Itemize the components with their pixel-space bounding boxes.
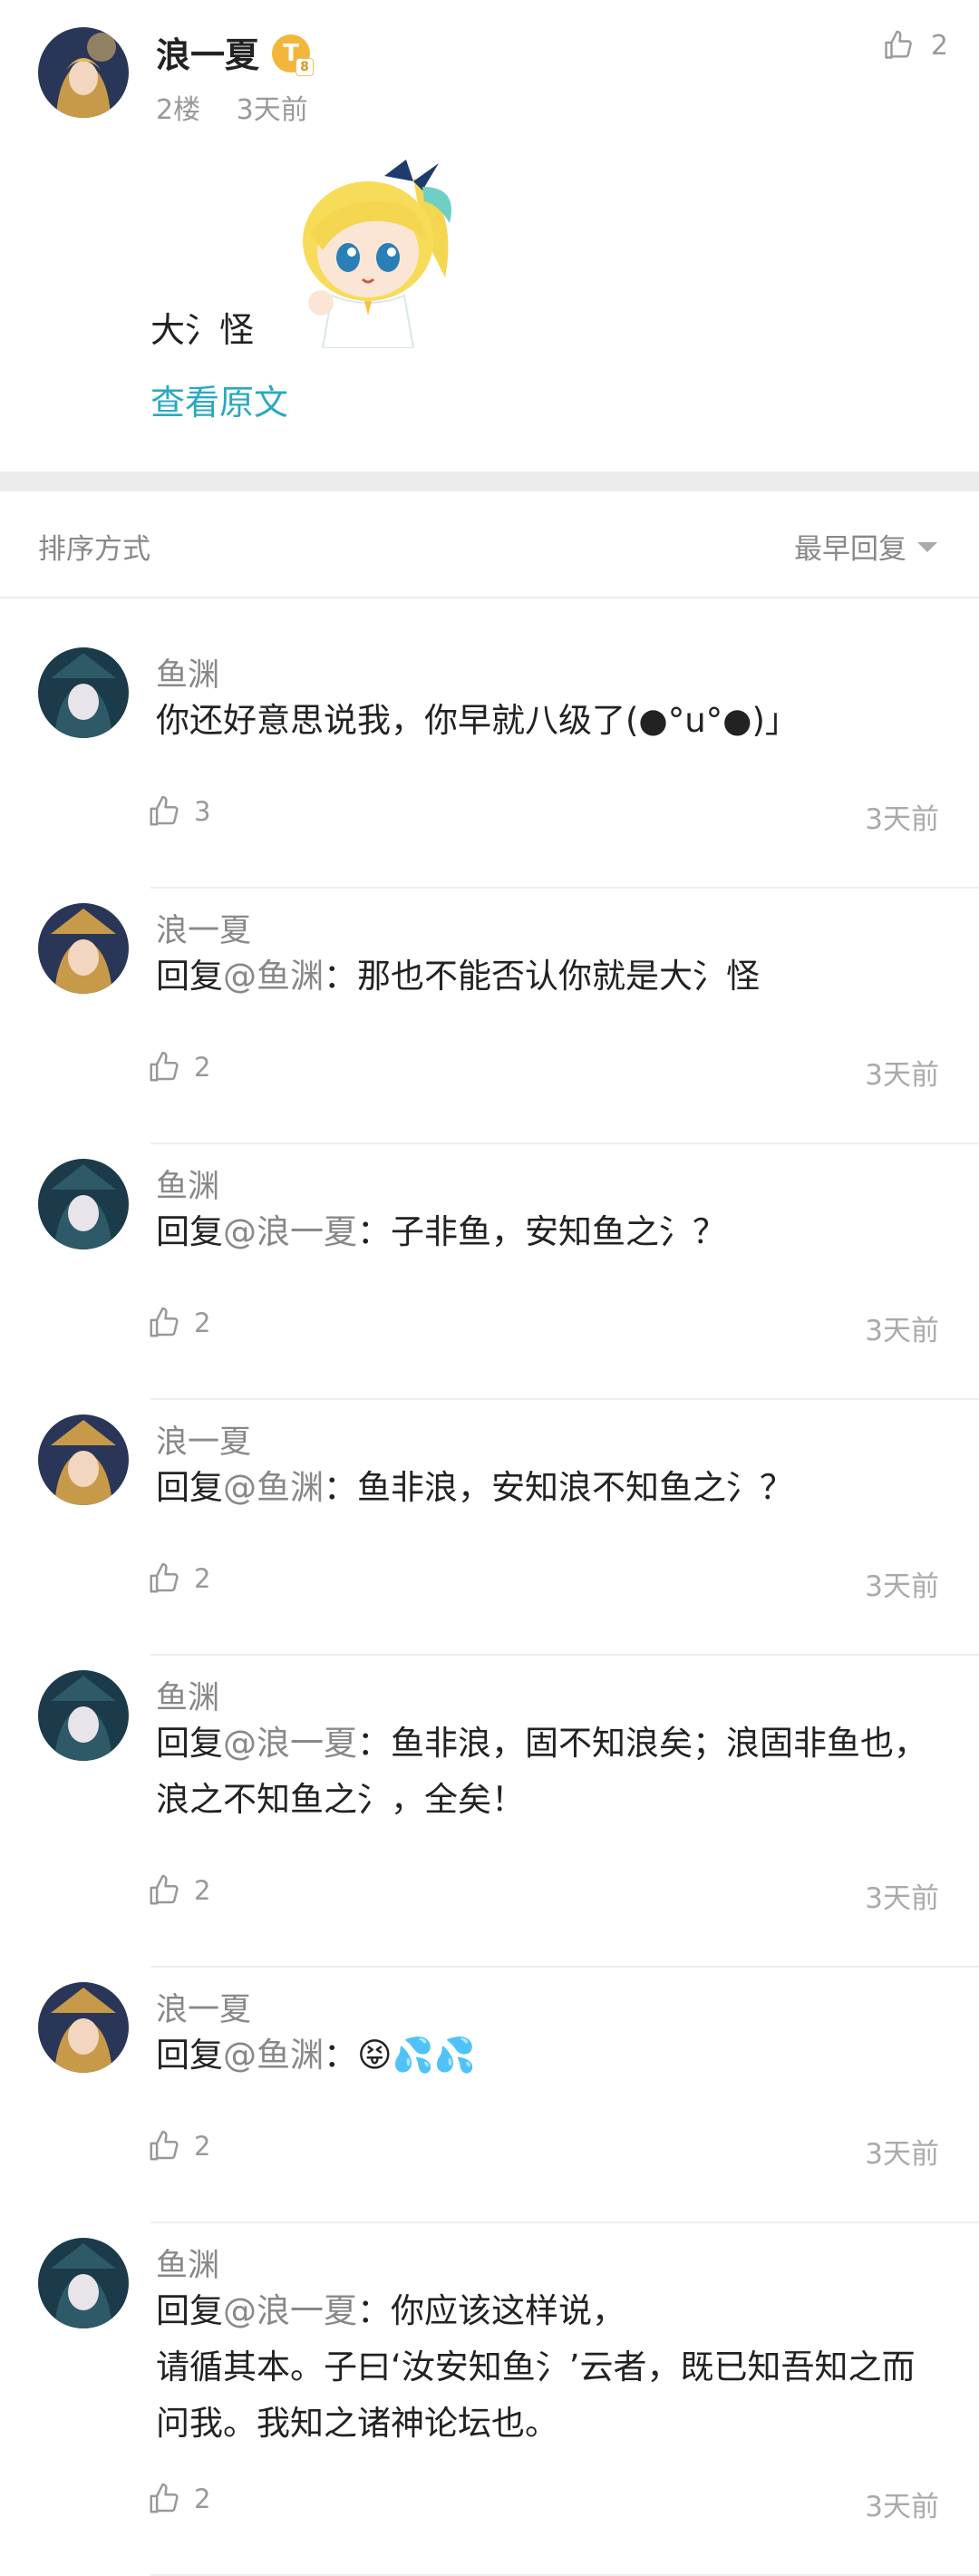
reply-time: 3天前 bbox=[865, 1059, 939, 1092]
reply-like-count: 2 bbox=[194, 1563, 211, 1594]
floor-number: 2楼 bbox=[156, 94, 201, 126]
reply-prefix: 回复 bbox=[156, 1724, 223, 1763]
op-avatar[interactable] bbox=[38, 27, 129, 118]
thumbs-up-icon bbox=[150, 1051, 179, 1082]
reply-body: ：子非鱼，安知鱼之氵？ bbox=[357, 1212, 726, 1251]
reply-prefix: 回复 bbox=[156, 957, 223, 996]
mention-link[interactable]: @鱼渊 bbox=[223, 1468, 324, 1507]
reply-body: ：那也不能否认你就是大氵怪 bbox=[324, 957, 760, 996]
reply-text: 你还好意思说我，你早就八级了(●°u°●)」 bbox=[156, 693, 935, 749]
reply-avatar[interactable] bbox=[38, 1159, 129, 1249]
reply-time: 3天前 bbox=[865, 2138, 939, 2171]
reply-time: 3天前 bbox=[865, 1882, 939, 1915]
reply-text: 回复@浪一夏：你应该这样说， 请循其本。子曰‘汝安知鱼氵’云者，既已知吾知之而问… bbox=[156, 2283, 935, 2452]
reply-like-count: 2 bbox=[194, 1307, 211, 1338]
reply-author-name[interactable]: 鱼渊 bbox=[156, 649, 219, 695]
mention-link[interactable]: @鱼渊 bbox=[223, 2036, 324, 2075]
reply-like-button[interactable]: 2 bbox=[147, 1873, 210, 1908]
thumbs-up-icon bbox=[150, 2130, 179, 2161]
reply-text: 回复@浪一夏：子非鱼，安知鱼之氵？ bbox=[156, 1204, 935, 1260]
reply-time: 3天前 bbox=[865, 2491, 939, 2523]
reply-avatar[interactable] bbox=[38, 1670, 129, 1761]
reply-like-button[interactable]: 3 bbox=[147, 794, 210, 829]
reply-author-name[interactable]: 鱼渊 bbox=[156, 2240, 219, 2286]
op-meta: 2楼 3天前 bbox=[156, 87, 335, 127]
sort-dropdown[interactable]: 最早回复 bbox=[794, 526, 906, 567]
op-like-count: 2 bbox=[930, 29, 948, 62]
op-content: 大氵怪 bbox=[150, 310, 255, 350]
reply-like-count: 3 bbox=[194, 796, 211, 827]
reply-like-button[interactable]: 2 bbox=[147, 2482, 210, 2516]
reply-prefix: 回复 bbox=[156, 1468, 223, 1507]
reply-time: 3天前 bbox=[865, 803, 939, 836]
level-badge-sub: 8 bbox=[296, 58, 314, 76]
reply-prefix: 回复 bbox=[156, 2036, 223, 2075]
view-original-link[interactable]: 查看原文 bbox=[150, 374, 288, 424]
reply-author-name[interactable]: 浪一夏 bbox=[156, 905, 251, 951]
reply-prefix: 回复 bbox=[156, 2291, 223, 2330]
reply-item[interactable]: 鱼渊 回复@浪一夏：子非鱼，安知鱼之氵？ 2 3天前 bbox=[0, 1144, 979, 1400]
level-badge: T 8 bbox=[272, 34, 314, 76]
main-post: 浪一夏 T 8 2楼 3天前 2 大氵怪 查看原文 bbox=[0, 0, 979, 471]
reply-author-name[interactable]: 鱼渊 bbox=[156, 1672, 219, 1718]
thumbs-up-icon bbox=[150, 795, 179, 826]
reply-time: 3天前 bbox=[865, 1570, 939, 1603]
reply-text: 回复@鱼渊：鱼非浪，安知浪不知鱼之氵？ bbox=[156, 1460, 935, 1516]
thumbs-up-icon bbox=[150, 1307, 179, 1337]
mention-link[interactable]: @浪一夏 bbox=[223, 2291, 357, 2330]
reply-text: 回复@鱼渊：那也不能否认你就是大氵怪 bbox=[156, 948, 935, 1005]
reply-like-count: 2 bbox=[194, 1052, 211, 1083]
reply-author-name[interactable]: 浪一夏 bbox=[156, 1416, 251, 1463]
mention-link[interactable]: @浪一夏 bbox=[223, 1212, 357, 1251]
anime-sticker bbox=[277, 151, 470, 349]
reply-item[interactable]: 鱼渊 回复@浪一夏：鱼非浪，固不知浪矣；浪固非鱼也，浪之不知鱼之氵，全矣！ 2 3天前 bbox=[0, 1656, 979, 1968]
mention-link[interactable]: @鱼渊 bbox=[223, 957, 324, 996]
caret-down-icon[interactable] bbox=[917, 542, 937, 552]
op-author-name[interactable]: 浪一夏 bbox=[156, 27, 259, 77]
reply-author-name[interactable]: 鱼渊 bbox=[156, 1161, 219, 1207]
mention-link[interactable]: @浪一夏 bbox=[223, 1724, 357, 1763]
reply-text: 回复@鱼渊：😝💦💦 bbox=[156, 2027, 935, 2084]
reply-like-button[interactable]: 2 bbox=[147, 1561, 210, 1596]
sort-bar: 排序方式 最早回复 bbox=[0, 491, 979, 598]
reply-prefix: 回复 bbox=[156, 1212, 223, 1251]
reply-author-name[interactable]: 浪一夏 bbox=[156, 1984, 251, 2030]
op-time: 3天前 bbox=[236, 94, 308, 126]
reply-item[interactable]: 浪一夏 回复@鱼渊：😝💦💦 2 3天前 bbox=[0, 1968, 979, 2223]
reply-avatar[interactable] bbox=[38, 647, 129, 738]
reply-item[interactable]: 浪一夏 回复@鱼渊：那也不能否认你就是大氵怪 2 3天前 bbox=[0, 889, 979, 1144]
thumbs-up-icon bbox=[885, 30, 912, 59]
section-gap bbox=[0, 471, 979, 491]
reply-avatar[interactable] bbox=[38, 1982, 129, 2073]
thumbs-up-icon bbox=[150, 1874, 179, 1905]
reply-item[interactable]: 浪一夏 回复@鱼渊：鱼非浪，安知浪不知鱼之氵？ 2 3天前 bbox=[0, 1400, 979, 1656]
sort-label: 排序方式 bbox=[38, 533, 150, 566]
op-like-button[interactable]: 2 bbox=[882, 29, 948, 62]
thumbs-up-icon bbox=[150, 1562, 179, 1593]
reply-avatar[interactable] bbox=[38, 1414, 129, 1505]
reply-body: 你还好意思说我，你早就八级了(●°u°●)」 bbox=[156, 701, 799, 740]
reply-like-button[interactable]: 2 bbox=[147, 2129, 210, 2163]
reply-avatar[interactable] bbox=[38, 903, 129, 994]
reply-body: ：鱼非浪，安知浪不知鱼之氵？ bbox=[324, 1468, 793, 1507]
thumbs-up-icon bbox=[150, 2483, 179, 2513]
reply-item[interactable]: 鱼渊 回复@浪一夏：你应该这样说， 请循其本。子曰‘汝安知鱼氵’云者，既已知吾知之… bbox=[0, 2223, 979, 2576]
reply-like-count: 2 bbox=[194, 2131, 211, 2162]
reply-like-count: 2 bbox=[194, 1875, 211, 1906]
reply-like-button[interactable]: 2 bbox=[147, 1306, 210, 1340]
reply-body: ：😝💦💦 bbox=[324, 2036, 476, 2075]
reply-text: 回复@浪一夏：鱼非浪，固不知浪矣；浪固非鱼也，浪之不知鱼之氵，全矣！ bbox=[156, 1716, 935, 1828]
reply-item[interactable]: 鱼渊你还好意思说我，你早就八级了(●°u°●)」 3 3天前 bbox=[0, 633, 979, 889]
reply-time: 3天前 bbox=[865, 1315, 939, 1347]
reply-avatar[interactable] bbox=[38, 2238, 129, 2328]
reply-like-button[interactable]: 2 bbox=[147, 1050, 210, 1084]
reply-like-count: 2 bbox=[194, 2484, 211, 2514]
